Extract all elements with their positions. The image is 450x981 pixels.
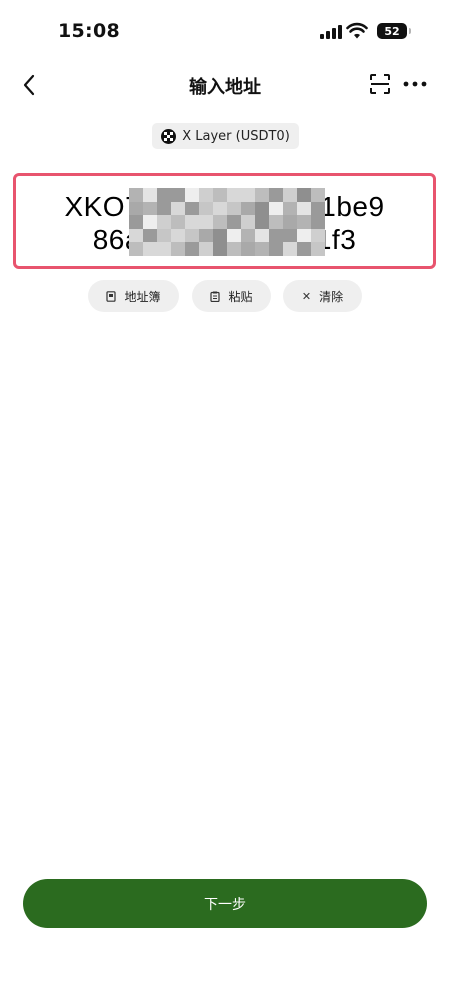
mosaic-cell [213, 242, 227, 256]
wifi-icon [346, 22, 368, 39]
mosaic-cell [297, 201, 311, 216]
mosaic-cell [213, 215, 227, 229]
more-button[interactable] [400, 70, 430, 98]
mosaic-cell [269, 242, 283, 256]
mosaic-cell [311, 215, 325, 229]
mosaic-cell [311, 228, 325, 243]
address-input[interactable]: XKO7c ob1be9 86a( d1f3 [13, 173, 436, 269]
mosaic-cell [199, 242, 213, 256]
mosaic-cell [157, 228, 171, 243]
mosaic-cell [185, 201, 199, 216]
mosaic-cell [269, 188, 283, 202]
mosaic-cell [129, 242, 143, 256]
mosaic-cell [241, 201, 255, 216]
network-selector[interactable]: X Layer (USDT0) [152, 123, 299, 149]
mosaic-cell [143, 215, 157, 229]
mosaic-cell [311, 242, 325, 256]
status-time: 15:08 [58, 20, 120, 42]
paste-label: 粘贴 [228, 289, 253, 304]
mosaic-cell [311, 188, 325, 202]
mosaic-cell [269, 215, 283, 229]
mosaic-cell [241, 228, 255, 243]
mosaic-cell [227, 215, 241, 229]
mosaic-cell [171, 228, 185, 243]
mosaic-cell [213, 228, 227, 243]
mosaic-cell [255, 188, 269, 202]
mosaic-cell [143, 228, 157, 243]
mosaic-cell [143, 201, 157, 216]
clear-label: 清除 [319, 289, 344, 304]
mosaic-cell [283, 201, 297, 216]
mosaic-cell [171, 215, 185, 229]
more-horizontal-icon [403, 81, 427, 87]
x-layer-logo-icon [161, 128, 177, 144]
address-book-icon [106, 290, 117, 302]
mosaic-cell [227, 201, 241, 216]
mosaic-cell [213, 201, 227, 216]
mosaic-cell [157, 188, 171, 202]
mosaic-cell [297, 228, 311, 243]
mosaic-cell [227, 242, 241, 256]
mosaic-cell [171, 201, 185, 216]
mosaic-cell [213, 188, 227, 202]
address-book-label: 地址簿 [124, 289, 161, 304]
mosaic-cell [241, 242, 255, 256]
mosaic-cell [129, 228, 143, 243]
mosaic-cell [269, 201, 283, 216]
mosaic-cell [129, 188, 143, 202]
mosaic-cell [171, 188, 185, 202]
mosaic-cell [185, 228, 199, 243]
address-actions: 地址簿 粘贴 ✕ 清除 [0, 280, 450, 312]
scan-button[interactable] [366, 70, 394, 98]
status-bar: 15:08 52 [0, 0, 450, 62]
mosaic-cell [157, 215, 171, 229]
battery-icon: 52 [377, 23, 411, 39]
mosaic-cell [241, 215, 255, 229]
mosaic-cell [199, 228, 213, 243]
mosaic-cell [185, 188, 199, 202]
mosaic-cell [255, 215, 269, 229]
mosaic-cell [129, 201, 143, 216]
clipboard-icon [210, 291, 221, 302]
nav-bar: 输入地址 [0, 62, 450, 108]
mosaic-cell [185, 242, 199, 256]
mosaic-cell [171, 242, 185, 256]
clear-x-icon: ✕ [301, 289, 312, 303]
mosaic-cell [283, 215, 297, 229]
mosaic-cell [297, 188, 311, 202]
mosaic-cell [143, 188, 157, 202]
network-label: X Layer (USDT0) [182, 128, 290, 144]
mosaic-cell [241, 188, 255, 202]
cellular-signal-icon [320, 25, 342, 39]
mosaic-cell [311, 201, 325, 216]
mosaic-cell [255, 228, 269, 243]
redaction-mosaic [129, 188, 325, 256]
mosaic-cell [157, 201, 171, 216]
mosaic-cell [297, 215, 311, 229]
mosaic-cell [283, 188, 297, 202]
mosaic-cell [157, 242, 171, 256]
mosaic-cell [199, 188, 213, 202]
mosaic-cell [199, 215, 213, 229]
mosaic-cell [255, 242, 269, 256]
mosaic-cell [199, 201, 213, 216]
battery-level: 52 [384, 24, 400, 38]
mosaic-cell [185, 215, 199, 229]
next-step-button[interactable]: 下一步 [23, 879, 427, 928]
scan-icon [370, 74, 390, 94]
mosaic-cell [269, 228, 283, 243]
mosaic-cell [283, 228, 297, 243]
clear-button[interactable]: ✕ 清除 [283, 280, 362, 312]
mosaic-cell [129, 215, 143, 229]
address-book-button[interactable]: 地址簿 [88, 280, 179, 312]
mosaic-cell [283, 242, 297, 256]
mosaic-cell [143, 242, 157, 256]
paste-button[interactable]: 粘贴 [192, 280, 271, 312]
mosaic-cell [227, 188, 241, 202]
mosaic-cell [227, 228, 241, 243]
mosaic-cell [255, 201, 269, 216]
mosaic-cell [297, 242, 311, 256]
